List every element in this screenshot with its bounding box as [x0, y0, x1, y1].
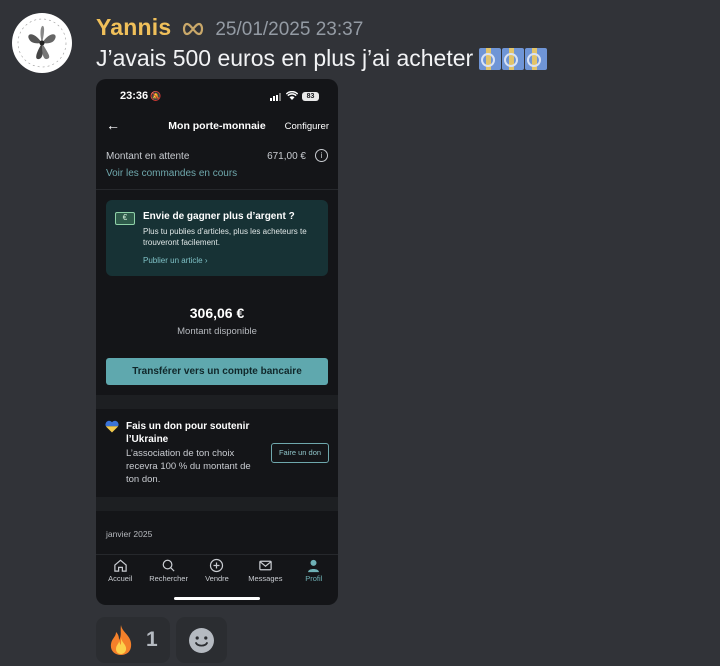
configure-button[interactable]: Configurer [285, 121, 329, 132]
reaction-fire[interactable]: 1 [96, 617, 170, 663]
timestamp: 25/01/2025 23:37 [215, 19, 364, 40]
username[interactable]: Yannis [96, 14, 171, 41]
tab-messages[interactable]: Messages [241, 556, 289, 588]
signal-icon [270, 93, 281, 101]
tab-label: Vendre [205, 574, 229, 583]
battery-indicator: 83 [302, 92, 319, 101]
donate-body: L’association de ton choix recevra 100 %… [126, 448, 251, 485]
divider [96, 189, 338, 190]
pending-amount-row: Montant en attente 671,00 € i [106, 149, 328, 163]
available-balance-label: Montant disponible [177, 326, 257, 337]
status-time: 23:36 [120, 90, 149, 102]
ukraine-heart-icon [105, 420, 119, 433]
tab-label: Rechercher [149, 574, 188, 583]
infinity-icon [183, 22, 204, 36]
tab-search[interactable]: Rechercher [145, 556, 193, 588]
tab-profile[interactable]: Profil [290, 556, 338, 588]
banknote-icon: € [115, 212, 135, 225]
pending-amount: 671,00 € [267, 151, 306, 162]
tab-label: Messages [248, 574, 283, 583]
publish-article-link[interactable]: Publier un article › [143, 256, 207, 265]
donation-section: Fais un don pour soutenir l’Ukraine L’as… [96, 409, 338, 497]
status-bar: 23:36 🔕 83 [96, 79, 338, 113]
home-indicator [174, 597, 260, 600]
tab-home[interactable]: Accueil [96, 556, 144, 588]
add-reaction-icon [189, 627, 214, 653]
view-orders-link[interactable]: Voir les commandes en cours [106, 168, 237, 179]
wifi-icon [286, 91, 298, 100]
pending-label: Montant en attente [106, 151, 190, 162]
plus-circle-icon [210, 558, 224, 573]
donate-button[interactable]: Faire un don [271, 443, 329, 463]
promo-title: Envie de gagner plus d’argent ? [143, 211, 295, 222]
tab-label: Profil [305, 574, 323, 583]
fire-icon [110, 625, 132, 655]
home-icon [113, 559, 127, 572]
bottom-tab-bar: Accueil Rechercher Vendre Messages Profi… [96, 556, 338, 588]
divider [96, 554, 338, 555]
wallet-nav: ← Mon porte-monnaie Configurer [96, 115, 338, 137]
image-attachment[interactable]: 23:36 🔕 83 ← Mon porte-monnaie Configure… [96, 79, 338, 605]
add-reaction-button[interactable] [176, 617, 227, 663]
promo-card: € Envie de gagner plus d’argent ? Plus t… [106, 200, 328, 276]
promo-body: Plus tu publies d’articles, plus les ach… [143, 227, 307, 247]
profile-icon [308, 559, 320, 573]
orchid-logo-icon [13, 14, 71, 72]
section-separator [96, 395, 338, 409]
message-text: J’avais 500 euros en plus j’ai acheter [96, 45, 474, 71]
tab-label: Accueil [108, 574, 133, 583]
message-content: J’avais 500 euros en plus j’ai acheter [96, 45, 548, 72]
search-icon [162, 559, 175, 572]
bell-off-icon: 🔕 [150, 91, 162, 101]
month-label: janvier 2025 [106, 529, 153, 539]
tab-sell[interactable]: Vendre [193, 556, 241, 588]
available-balance: 306,06 € [189, 305, 245, 321]
transfer-to-bank-button[interactable]: Transférer vers un compte bancaire [106, 358, 328, 385]
section-separator [96, 497, 338, 511]
mail-icon [259, 560, 272, 571]
user-avatar[interactable] [12, 13, 72, 73]
reaction-count: 1 [146, 628, 158, 651]
euro-banknote-icon [479, 47, 548, 70]
info-icon[interactable]: i [315, 149, 328, 162]
message-header: Yannis 25/01/2025 23:37 [96, 14, 363, 41]
donate-title: Fais un don pour soutenir l’Ukraine [126, 421, 250, 445]
